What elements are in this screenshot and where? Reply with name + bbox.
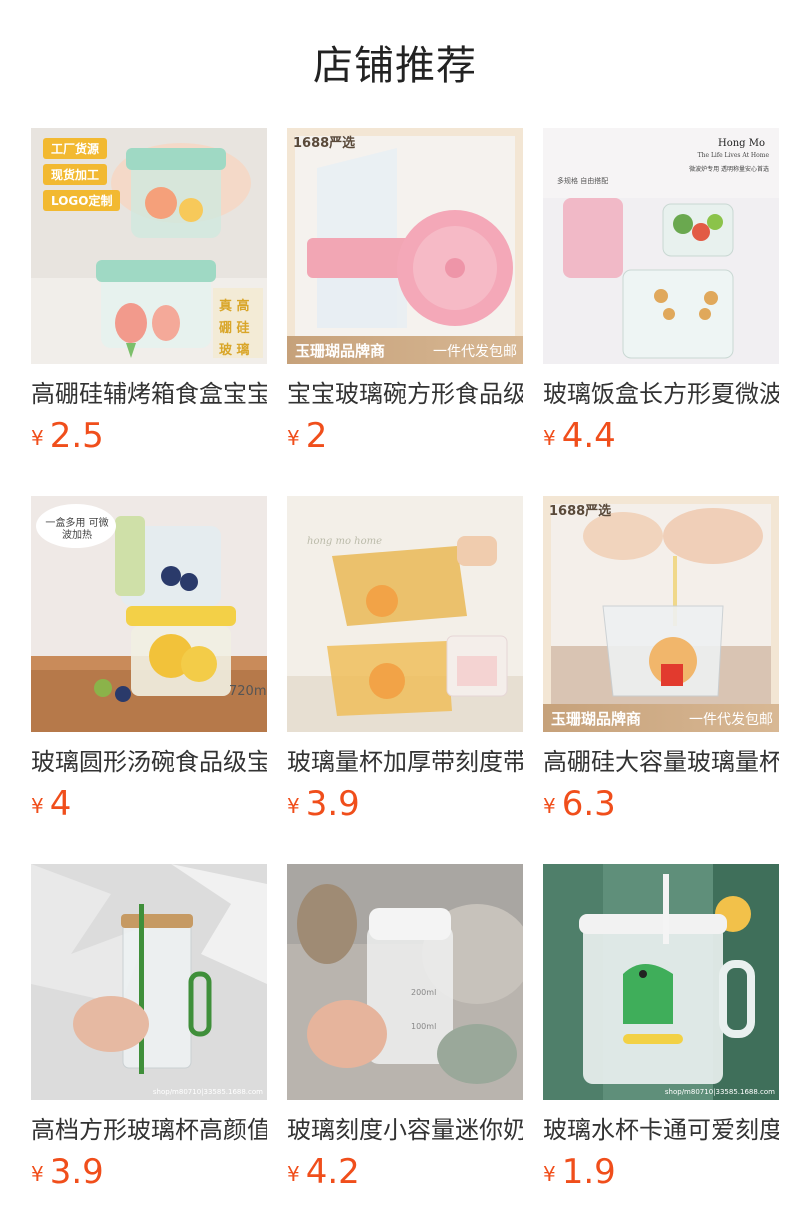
shop-banner: 玉珊瑚品牌商 一件代发包邮 [287,336,523,364]
product-card[interactable]: 1688严选 玉珊瑚品牌商 一件代发包邮 宝宝玻璃碗方形食品级 ¥2 [287,128,523,458]
price-value: 1.9 [561,1152,616,1192]
currency-symbol: ¥ [31,794,44,818]
image-tag: 工厂货源 [43,138,108,159]
price-value: 4 [49,784,72,824]
currency-symbol: ¥ [287,1162,300,1186]
currency-symbol: ¥ [287,426,300,450]
shipping-note: 一件代发包邮 [689,712,773,728]
capacity-label: 720ml [229,684,267,699]
currency-symbol: ¥ [543,1162,556,1186]
page-title: 店铺推荐 [313,43,477,89]
badge-1688: 1688严选 [293,136,356,151]
product-image[interactable]: 200ml 100ml [287,864,523,1100]
price-value: 2 [305,416,328,456]
side-char: 硼 [219,321,233,336]
product-price: ¥3.9 [287,784,360,824]
product-card[interactable]: 一盒多用 可微波加热 720ml 玻璃圆形汤碗食品级宝 ¥4 [31,496,267,826]
side-char: 玻 [219,343,233,358]
currency-symbol: ¥ [543,794,556,818]
image-tag: LOGO定制 [43,190,121,211]
side-char: 真 [219,299,233,314]
product-name[interactable]: 玻璃刻度小容量迷你奶 [287,1112,523,1148]
volume-mark: 200ml [411,988,437,997]
product-name[interactable]: 高硼硅大容量玻璃量杯 [543,744,779,780]
product-name[interactable]: 宝宝玻璃碗方形食品级 [287,376,523,412]
price-value: 2.5 [49,416,104,456]
product-name[interactable]: 玻璃量杯加厚带刻度带 [287,744,523,780]
price-value: 3.9 [305,784,360,824]
product-image[interactable]: Hong Mo The Life Lives At Home 微波炉专用 透明称… [543,128,779,364]
image-watermark: shop/m80710|33585.1688.com [152,1088,263,1096]
product-card[interactable]: hong mo home 玻璃量杯加厚带刻度带 ¥3.9 [287,496,523,826]
product-name[interactable]: 玻璃饭盒长方形夏微波 [543,376,779,412]
side-char: 硅 [236,321,250,336]
product-price: ¥2 [287,416,327,456]
product-name[interactable]: 玻璃圆形汤碗食品级宝 [31,744,267,780]
price-value: 3.9 [49,1152,104,1192]
product-price: ¥2.5 [31,416,104,456]
currency-symbol: ¥ [31,426,44,450]
volume-mark: 100ml [411,1022,437,1031]
product-image[interactable]: 工厂货源 现货加工 LOGO定制 真 高 硼 硅 玻 璃 [31,128,267,364]
spec-text: 多规格 自由搭配 [557,177,609,185]
product-name[interactable]: 玻璃水杯卡通可爱刻度 [543,1112,779,1148]
product-price: ¥4.2 [287,1152,360,1192]
price-value: 4.2 [305,1152,360,1192]
product-image[interactable]: 1688严选 玉珊瑚品牌商 一件代发包邮 [287,128,523,364]
side-char: 高 [236,299,250,314]
currency-symbol: ¥ [31,1162,44,1186]
product-image[interactable]: 1688严选 玉珊瑚品牌商 一件代发包邮 [543,496,779,732]
product-price: ¥3.9 [31,1152,104,1192]
side-char: 璃 [236,343,250,358]
product-image[interactable]: 一盒多用 可微波加热 720ml [31,496,267,732]
brand-name: Hong Mo [717,138,765,149]
product-price: ¥4.4 [543,416,616,456]
product-name[interactable]: 高硼硅辅烤箱食盒宝宝 [31,376,267,412]
product-card[interactable]: shop/m80710|33585.1688.com 高档方形玻璃杯高颜值 ¥3… [31,864,267,1194]
product-card[interactable]: Hong Mo The Life Lives At Home 微波炉专用 透明称… [543,128,779,458]
product-price: ¥1.9 [543,1152,616,1192]
badge-1688: 1688严选 [549,504,612,519]
price-value: 4.4 [561,416,616,456]
image-tag: 现货加工 [43,164,108,185]
image-note: 一盒多用 可微波加热 [45,518,109,541]
brand-subtitle: The Life Lives At Home [697,152,769,159]
product-card[interactable]: 工厂货源 现货加工 LOGO定制 真 高 硼 硅 玻 璃 高硼硅辅烤箱食盒宝宝 … [31,128,267,458]
product-price: ¥6.3 [543,784,616,824]
product-card[interactable]: shop/m80710|33585.1688.com 玻璃水杯卡通可爱刻度 ¥1… [543,864,779,1194]
image-watermark: shop/m80710|33585.1688.com [664,1088,775,1096]
product-card[interactable]: 200ml 100ml 玻璃刻度小容量迷你奶 ¥4.2 [287,864,523,1194]
currency-symbol: ¥ [543,426,556,450]
product-image[interactable]: shop/m80710|33585.1688.com [543,864,779,1100]
shop-banner: 玉珊瑚品牌商 一件代发包邮 [543,704,779,732]
product-card[interactable]: 1688严选 玉珊瑚品牌商 一件代发包邮 高硼硅大容量玻璃量杯 ¥6.3 [543,496,779,826]
shop-name: 玉珊瑚品牌商 [295,342,386,360]
currency-symbol: ¥ [287,794,300,818]
image-side-text: 真 高 硼 硅 玻 璃 [219,296,263,362]
product-image[interactable]: shop/m80710|33585.1688.com [31,864,267,1100]
image-script: hong mo home [307,536,383,547]
product-name[interactable]: 高档方形玻璃杯高颜值 [31,1112,267,1148]
price-value: 6.3 [561,784,616,824]
shipping-note: 一件代发包邮 [433,344,517,360]
brand-tagline: 微波炉专用 透明称量安心首选 [689,166,769,173]
product-price: ¥4 [31,784,71,824]
product-image[interactable]: hong mo home [287,496,523,732]
shop-name: 玉珊瑚品牌商 [551,710,642,728]
